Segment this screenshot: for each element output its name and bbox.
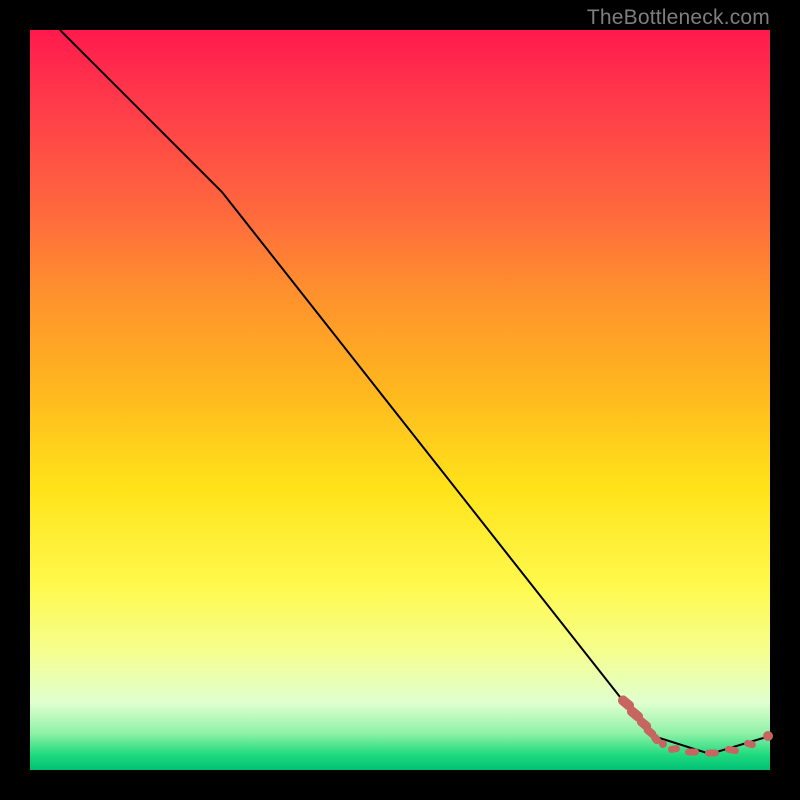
chart-curve: [60, 30, 770, 754]
marker-dash: [685, 749, 699, 756]
chart-markers: [616, 693, 773, 756]
chart-frame: TheBottleneck.com: [0, 0, 800, 800]
marker-dot: [763, 731, 773, 741]
chart-overlay: [30, 30, 770, 770]
watermark-text: TheBottleneck.com: [587, 6, 770, 30]
marker-dash: [705, 750, 719, 757]
marker-dash: [667, 745, 680, 754]
